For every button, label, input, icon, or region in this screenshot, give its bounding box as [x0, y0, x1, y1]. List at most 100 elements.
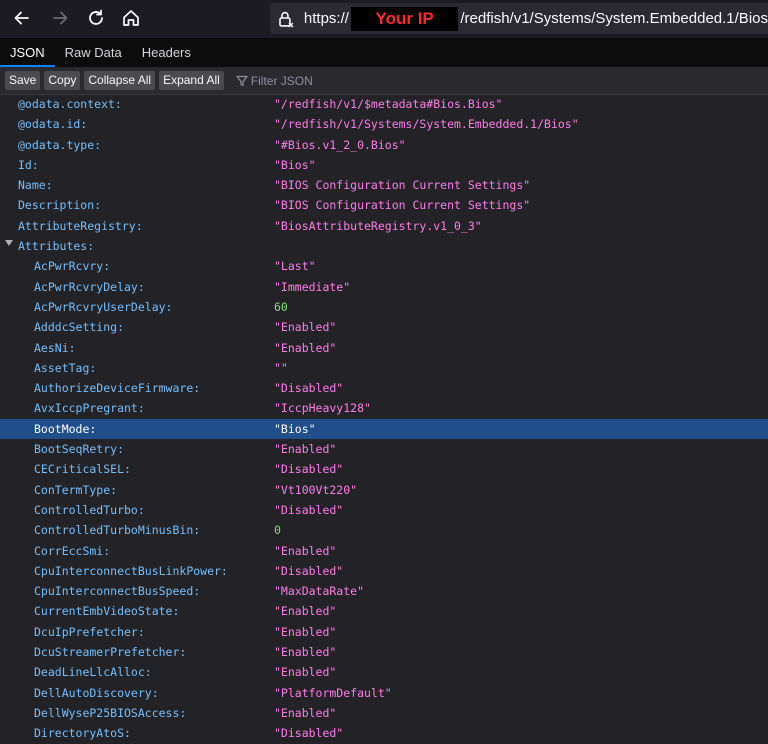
- json-key: Name:: [18, 178, 53, 193]
- json-value: "BiosAttributeRegistry.v1_0_3": [274, 218, 482, 233]
- json-key: BootMode:: [34, 421, 97, 436]
- json-key: AdddcSetting:: [34, 320, 125, 335]
- json-value: "BIOS Configuration Current Settings": [274, 178, 531, 193]
- json-value: "PlatformDefault": [274, 685, 392, 700]
- json-row[interactable]: @odata.type: "#Bios.v1_2_0.Bios": [0, 135, 768, 155]
- json-value: "Enabled": [274, 604, 337, 619]
- json-value: "Disabled": [274, 726, 344, 741]
- json-row[interactable]: Description: "BIOS Configuration Current …: [0, 195, 768, 215]
- json-value: "Enabled": [274, 665, 337, 680]
- tab-json[interactable]: JSON: [0, 38, 55, 67]
- json-value: "Bios": [274, 157, 316, 172]
- url-scheme: https://: [303, 10, 349, 27]
- json-row[interactable]: ControlledTurbo: "Disabled": [0, 500, 768, 520]
- lock-icon[interactable]: [277, 10, 295, 28]
- json-value: "Enabled": [274, 705, 337, 720]
- json-row[interactable]: Name: "BIOS Configuration Current Setting…: [0, 175, 768, 195]
- expand-toggle-icon[interactable]: [5, 240, 13, 247]
- json-row[interactable]: DcuStreamerPrefetcher: "Enabled": [0, 642, 768, 662]
- json-row[interactable]: AttributeRegistry: "BiosAttributeRegistry…: [0, 216, 768, 236]
- filter-icon: [236, 75, 248, 86]
- home-icon[interactable]: [116, 4, 146, 32]
- json-key: DirectoryAtoS:: [34, 726, 131, 741]
- url-path: /redfish/v1/Systems/System.Embedded.1/Bi…: [460, 10, 768, 27]
- tab-raw-data[interactable]: Raw Data: [55, 38, 132, 67]
- json-row[interactable]: @odata.context: "/redfish/v1/$metadata#Bi…: [0, 94, 768, 114]
- json-value: "Enabled": [274, 624, 337, 639]
- copy-button[interactable]: Copy: [44, 71, 81, 90]
- json-key: ConTermType:: [34, 482, 118, 497]
- json-value: "IccpHeavy128": [274, 401, 371, 416]
- json-row[interactable]: DellAutoDiscovery: "PlatformDefault": [0, 683, 768, 703]
- filter-box: [236, 73, 451, 88]
- json-value: "Last": [274, 259, 316, 274]
- json-row[interactable]: CurrentEmbVideoState: "Enabled": [0, 601, 768, 621]
- save-button[interactable]: Save: [5, 71, 41, 90]
- json-value: "/redfish/v1/$metadata#Bios.Bios": [274, 97, 503, 111]
- json-value: "Disabled": [274, 462, 344, 477]
- json-value: "Vt100Vt220": [274, 482, 358, 497]
- json-row[interactable]: AssetTag: "": [0, 358, 768, 378]
- forward-arrow-icon[interactable]: [45, 4, 75, 32]
- json-row[interactable]: DirectoryAtoS: "Disabled": [0, 723, 768, 743]
- reload-icon[interactable]: [81, 4, 111, 32]
- json-value: "Disabled": [274, 502, 344, 517]
- json-row[interactable]: ConTermType: "Vt100Vt220": [0, 480, 768, 500]
- collapse-all-button[interactable]: Collapse All: [84, 71, 156, 90]
- json-key: AcPwrRcvry:: [34, 259, 111, 274]
- expand-all-button[interactable]: Expand All: [159, 71, 224, 90]
- json-key: DellWyseP25BIOSAccess:: [34, 705, 187, 720]
- json-row[interactable]: AuthorizeDeviceFirmware: "Disabled": [0, 378, 768, 398]
- json-row[interactable]: AcPwrRcvry: "Last": [0, 256, 768, 276]
- json-key: @odata.context:: [18, 97, 122, 111]
- json-value: 60: [274, 299, 288, 314]
- json-row[interactable]: DcuIpPrefetcher: "Enabled": [0, 622, 768, 642]
- json-row[interactable]: CpuInterconnectBusSpeed: "MaxDataRate": [0, 581, 768, 601]
- json-key: CpuInterconnectBusLinkPower:: [34, 563, 228, 578]
- json-value: "Disabled": [274, 563, 344, 578]
- json-row[interactable]: CpuInterconnectBusLinkPower: "Disabled": [0, 561, 768, 581]
- url-redaction: Your IP: [350, 6, 459, 31]
- json-row[interactable]: BootSeqRetry: "Enabled": [0, 439, 768, 459]
- json-row[interactable]: AdddcSetting: "Enabled": [0, 317, 768, 337]
- json-key: AvxIccpPregrant:: [34, 401, 145, 416]
- json-key: Id:: [18, 157, 39, 172]
- json-row[interactable]: BootMode: "Bios": [0, 418, 768, 440]
- json-row[interactable]: AvxIccpPregrant: "IccpHeavy128": [0, 398, 768, 418]
- json-key: CpuInterconnectBusSpeed:: [34, 584, 201, 599]
- json-key: AttributeRegistry:: [18, 218, 143, 233]
- json-key: Attributes:: [18, 239, 95, 254]
- json-value: "MaxDataRate": [274, 584, 365, 599]
- json-row[interactable]: Id: "Bios": [0, 155, 768, 175]
- json-key: AuthorizeDeviceFirmware:: [34, 381, 201, 396]
- json-key: Description:: [18, 198, 102, 213]
- filter-json-input[interactable]: [250, 73, 451, 88]
- json-value: 0: [274, 523, 281, 538]
- json-row[interactable]: AesNi: "Enabled": [0, 338, 768, 358]
- json-key: DeadLineLlcAlloc:: [34, 665, 152, 680]
- json-row[interactable]: Attributes:: [0, 236, 768, 256]
- json-value: "Bios": [274, 421, 316, 436]
- json-row[interactable]: AcPwrRcvryDelay: "Immediate": [0, 277, 768, 297]
- json-row[interactable]: CECriticalSEL: "Disabled": [0, 459, 768, 479]
- json-row[interactable]: CorrEccSmi: "Enabled": [0, 541, 768, 561]
- json-key: DcuStreamerPrefetcher:: [34, 645, 187, 660]
- url-bar[interactable]: https:// Your IP /redfish/v1/Systems/Sys…: [270, 3, 768, 34]
- json-row[interactable]: @odata.id: "/redfish/v1/Systems/System.Em…: [0, 114, 768, 134]
- tab-headers[interactable]: Headers: [132, 38, 201, 67]
- json-value: "Disabled": [274, 381, 344, 396]
- json-key: AesNi:: [34, 340, 76, 355]
- json-row[interactable]: ControlledTurboMinusBin: 0: [0, 520, 768, 540]
- json-row[interactable]: DellWyseP25BIOSAccess: "Enabled": [0, 703, 768, 723]
- json-value: "Enabled": [274, 442, 337, 457]
- json-key: @odata.type:: [18, 137, 102, 152]
- viewer-tabs: JSON Raw Data Headers: [0, 38, 768, 67]
- json-key: DellAutoDiscovery:: [34, 685, 159, 700]
- json-key: CurrentEmbVideoState:: [34, 604, 180, 619]
- json-tree: @odata.context: "/redfish/v1/$metadata#Bi…: [0, 94, 768, 744]
- json-key: CECriticalSEL:: [34, 462, 131, 477]
- json-key: AcPwrRcvryUserDelay:: [34, 299, 173, 314]
- json-row[interactable]: DeadLineLlcAlloc: "Enabled": [0, 662, 768, 682]
- json-row[interactable]: AcPwrRcvryUserDelay: 60: [0, 297, 768, 317]
- back-arrow-icon[interactable]: [7, 4, 37, 32]
